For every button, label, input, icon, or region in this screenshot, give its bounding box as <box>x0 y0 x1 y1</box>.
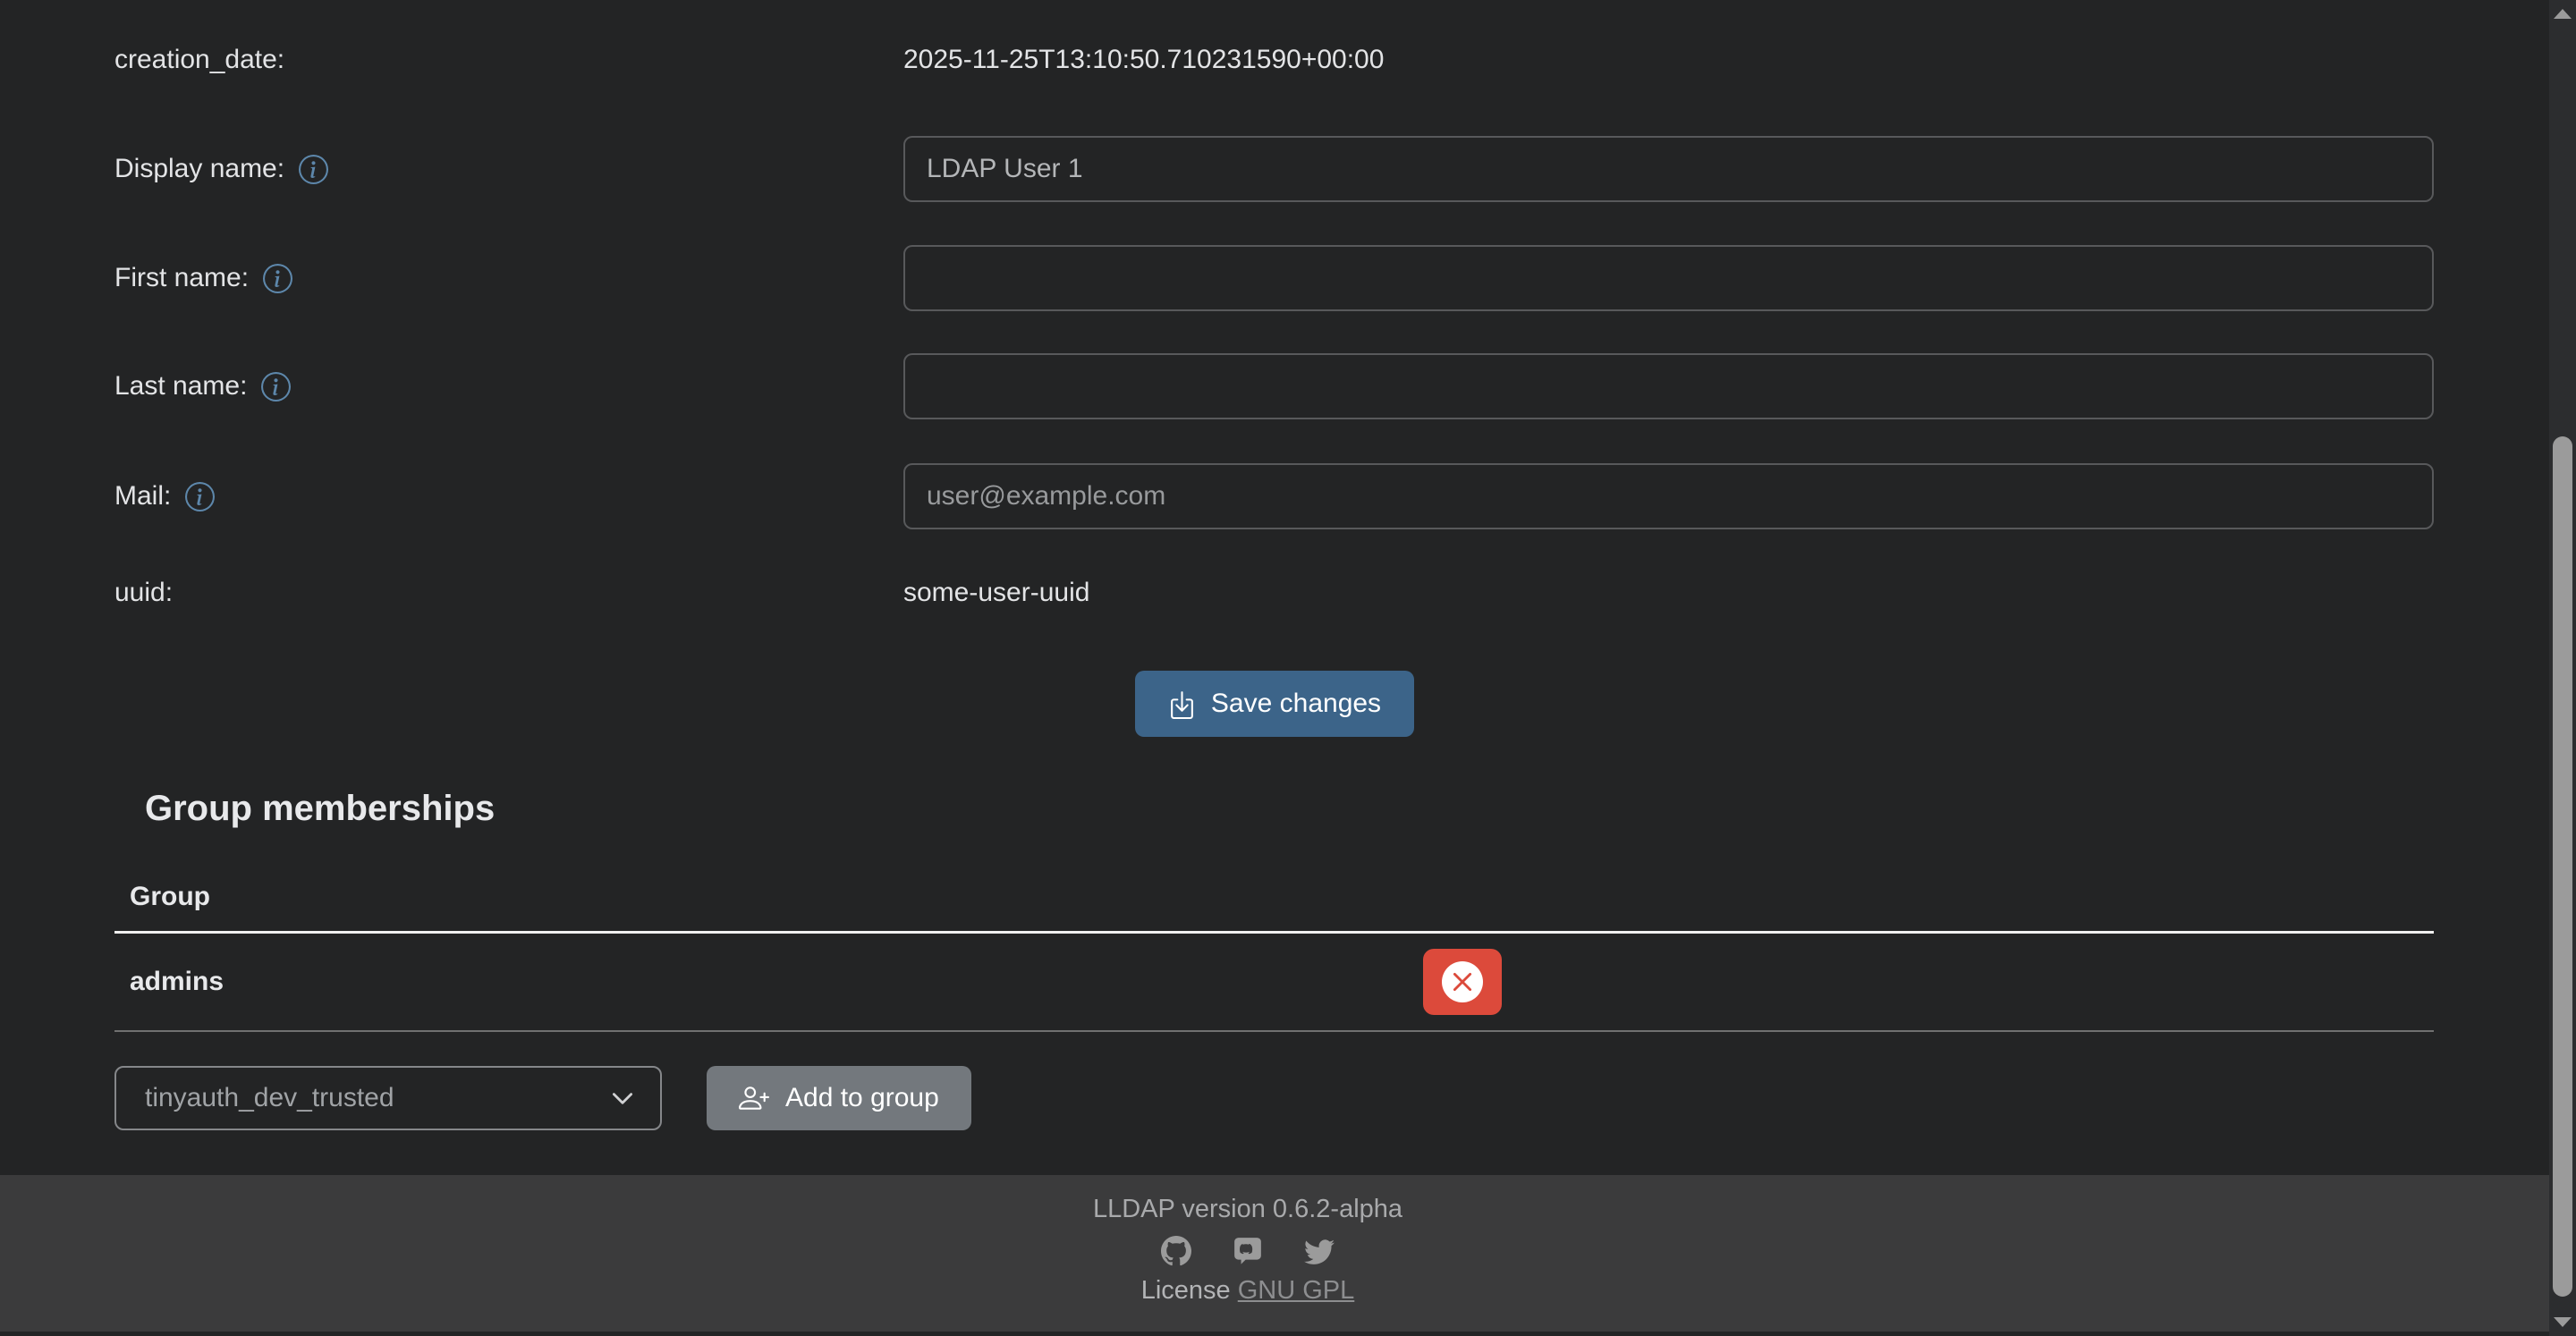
mail-row: Mail: <box>114 463 2434 529</box>
group-name: admins <box>114 967 1423 997</box>
save-icon <box>1167 689 1197 719</box>
info-icon[interactable] <box>185 482 215 512</box>
license-line: License GNU GPL <box>0 1276 2496 1306</box>
x-circle-icon <box>1442 961 1483 1002</box>
group-memberships-heading: Group memberships <box>114 787 2434 830</box>
group-select-value: tinyauth_dev_trusted <box>145 1083 394 1113</box>
display-name-label-text: Display name: <box>114 154 284 184</box>
group-select[interactable]: tinyauth_dev_trusted <box>114 1066 662 1130</box>
scroll-up-arrow-icon[interactable] <box>2554 9 2572 19</box>
discord-icon[interactable] <box>1233 1236 1263 1266</box>
footer: LLDAP version 0.6.2-alpha License GNU GP… <box>0 1175 2549 1332</box>
uuid-row: uuid: some-user-uuid <box>114 560 2434 626</box>
user-form: creation_date: 2025-11-25T13:10:50.71023… <box>0 0 2549 1130</box>
last-name-row: Last name: <box>114 353 2434 419</box>
creation-date-value: 2025-11-25T13:10:50.710231590+00:00 <box>903 45 1384 75</box>
first-name-label-text: First name: <box>114 263 249 293</box>
last-name-label: Last name: <box>114 371 903 402</box>
license-prefix: License <box>1141 1276 1231 1305</box>
mail-label: Mail: <box>114 481 903 512</box>
remove-from-group-button[interactable] <box>1423 949 1502 1015</box>
scrollbar-thumb[interactable] <box>2553 436 2572 1297</box>
creation-date-label: creation_date: <box>114 45 903 75</box>
creation-date-row: creation_date: 2025-11-25T13:10:50.71023… <box>114 27 2434 93</box>
footer-social-icons <box>0 1235 2496 1267</box>
vertical-scrollbar[interactable] <box>2549 0 2576 1336</box>
display-name-input[interactable] <box>903 136 2434 202</box>
app-version: LLDAP version 0.6.2-alpha <box>0 1195 2496 1224</box>
group-actions-cell <box>1423 949 1502 1015</box>
github-icon[interactable] <box>1161 1236 1191 1266</box>
add-to-group-row: tinyauth_dev_trusted Add to group <box>114 1066 2434 1130</box>
uuid-value: some-user-uuid <box>903 578 1089 608</box>
first-name-label: First name: <box>114 263 903 293</box>
save-button[interactable]: Save changes <box>1135 671 1414 737</box>
info-icon[interactable] <box>261 372 291 402</box>
group-column-header: Group <box>114 862 2434 934</box>
first-name-input[interactable] <box>903 245 2434 311</box>
chevron-down-icon <box>610 1086 635 1111</box>
display-name-row: Display name: <box>114 136 2434 202</box>
uuid-label: uuid: <box>114 578 903 608</box>
group-memberships-table: Group admins <box>114 862 2434 1032</box>
last-name-label-text: Last name: <box>114 371 247 402</box>
mail-input[interactable] <box>903 463 2434 529</box>
last-name-input[interactable] <box>903 353 2434 419</box>
creation-date-label-text: creation_date: <box>114 45 284 75</box>
person-plus-icon <box>739 1083 769 1113</box>
uuid-label-text: uuid: <box>114 578 173 608</box>
save-button-label: Save changes <box>1211 689 1381 719</box>
add-to-group-button[interactable]: Add to group <box>707 1066 971 1130</box>
twitter-icon[interactable] <box>1304 1236 1335 1266</box>
save-row: Save changes <box>114 671 2434 737</box>
license-link[interactable]: GNU GPL <box>1238 1276 1355 1305</box>
scroll-down-arrow-icon[interactable] <box>2554 1317 2572 1327</box>
first-name-row: First name: <box>114 245 2434 311</box>
user-details-page: creation_date: 2025-11-25T13:10:50.71023… <box>0 0 2549 1336</box>
info-icon[interactable] <box>263 264 292 293</box>
mail-label-text: Mail: <box>114 481 171 512</box>
table-row: admins <box>114 934 2434 1032</box>
info-icon[interactable] <box>299 155 328 184</box>
add-to-group-label: Add to group <box>785 1083 939 1113</box>
display-name-label: Display name: <box>114 154 903 184</box>
